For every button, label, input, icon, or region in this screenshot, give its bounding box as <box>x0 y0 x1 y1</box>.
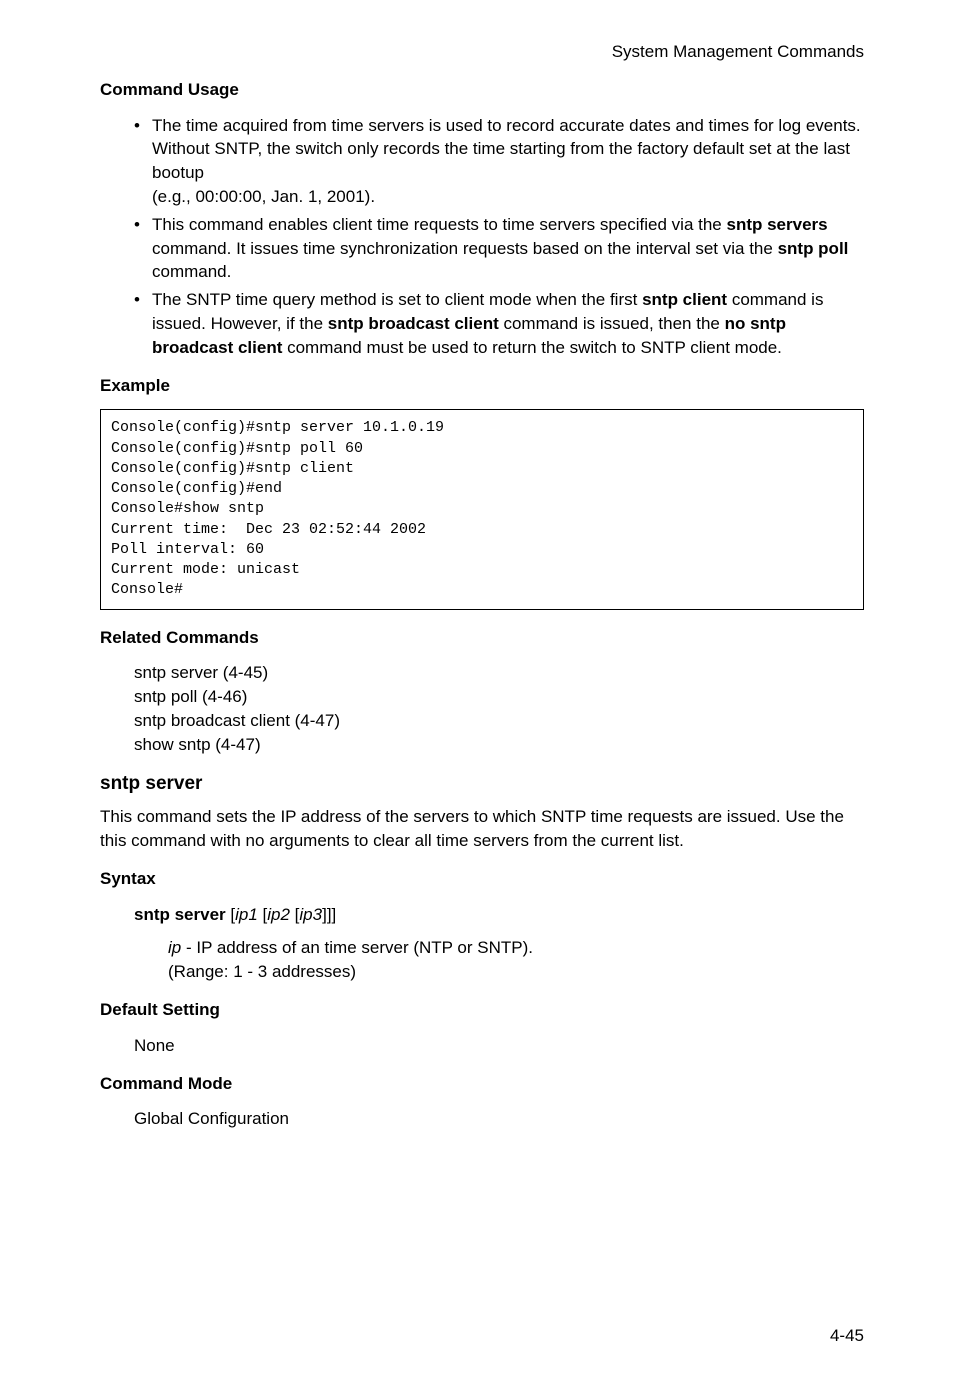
bullet-text: The SNTP time query method is set to cli… <box>152 288 864 359</box>
sntp-server-heading: sntp server <box>100 771 864 798</box>
default-setting-title: Default Setting <box>100 998 864 1022</box>
bullet-marker: • <box>134 213 152 284</box>
page-header: System Management Commands <box>100 40 864 64</box>
bullet-marker: • <box>134 114 152 209</box>
syntax-description: ip - IP address of an time server (NTP o… <box>168 936 864 984</box>
bullet-text: The time acquired from time servers is u… <box>152 114 864 209</box>
related-item: sntp broadcast client (4-47) <box>134 709 864 733</box>
related-item: sntp server (4-45) <box>134 661 864 685</box>
page-number: 4-45 <box>830 1324 864 1348</box>
command-usage-title: Command Usage <box>100 78 864 102</box>
bullet-marker: • <box>134 288 152 359</box>
bullet-text: This command enables client time request… <box>152 213 864 284</box>
related-commands-title: Related Commands <box>100 626 864 650</box>
related-commands-list: sntp server (4-45) sntp poll (4-46) sntp… <box>134 661 864 756</box>
command-usage-list: • The time acquired from time servers is… <box>134 114 864 360</box>
example-title: Example <box>100 374 864 398</box>
command-mode-title: Command Mode <box>100 1072 864 1096</box>
syntax-block: sntp server [ip1 [ip2 [ip3]]] ip - IP ad… <box>134 903 864 984</box>
related-item: show sntp (4-47) <box>134 733 864 757</box>
example-code-block: Console(config)#sntp server 10.1.0.19 Co… <box>100 409 864 609</box>
default-setting-value: None <box>134 1034 864 1058</box>
sntp-server-description: This command sets the IP address of the … <box>100 805 864 853</box>
related-item: sntp poll (4-46) <box>134 685 864 709</box>
bullet-item: • The SNTP time query method is set to c… <box>134 288 864 359</box>
syntax-command: sntp server [ip1 [ip2 [ip3]]] <box>134 903 864 927</box>
command-mode-value: Global Configuration <box>134 1107 864 1131</box>
syntax-title: Syntax <box>100 867 864 891</box>
bullet-item: • The time acquired from time servers is… <box>134 114 864 209</box>
bullet-item: • This command enables client time reque… <box>134 213 864 284</box>
